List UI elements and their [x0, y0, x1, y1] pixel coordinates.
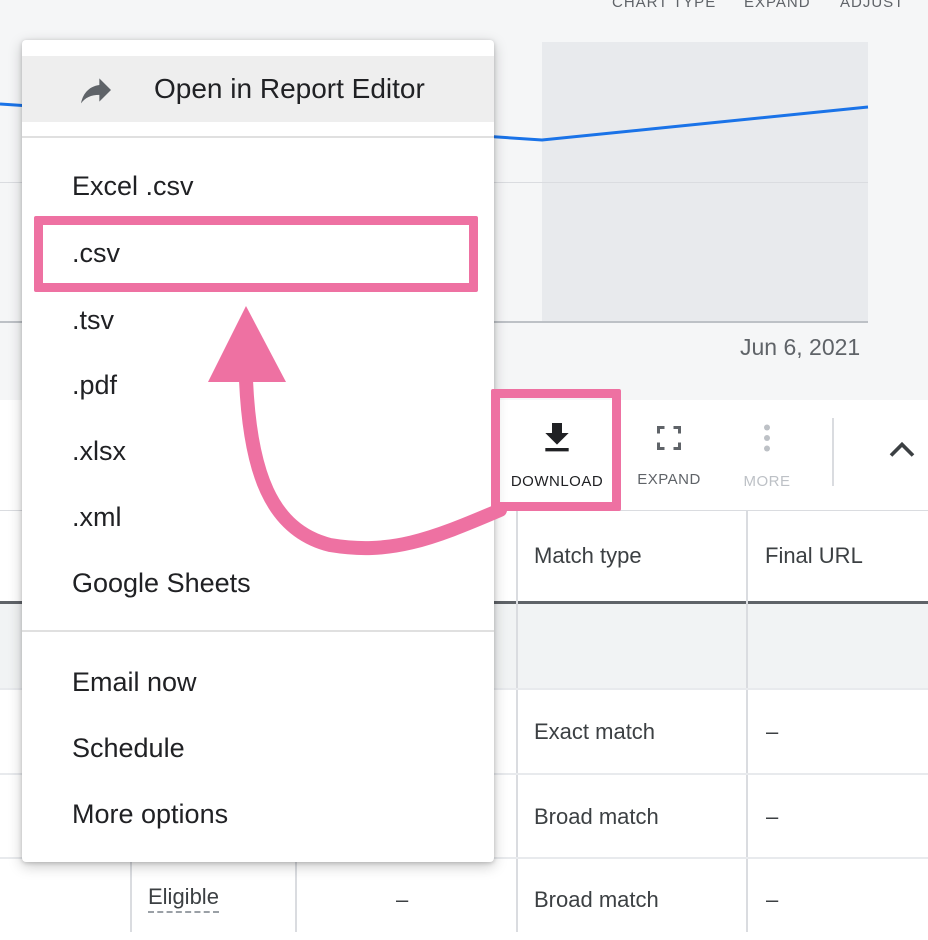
column-header-final-url[interactable]: Final URL	[765, 510, 863, 602]
menu-item-xlsx[interactable]: .xlsx	[22, 421, 494, 481]
menu-item-label: Schedule	[72, 732, 185, 763]
menu-item-label: Email now	[72, 666, 197, 697]
download-menu: Open in Report Editor Excel .csv .csv .t…	[22, 40, 494, 862]
table-row-3-final-url: –	[766, 887, 779, 912]
column-header-match-type[interactable]: Match type	[534, 510, 642, 602]
column-divider	[295, 860, 297, 932]
collapse-button[interactable]	[880, 428, 924, 472]
table-row-3-status[interactable]: Eligible	[148, 884, 219, 920]
column-divider	[516, 510, 518, 932]
table-row-3-col3: –	[396, 887, 409, 912]
table-row-2-match-type: Broad match	[534, 803, 659, 829]
menu-item-label: .xml	[72, 501, 122, 532]
menu-item-label: Excel .csv	[72, 170, 194, 201]
menu-item-xml[interactable]: .xml	[22, 487, 494, 547]
expand-button[interactable]: EXPAND	[613, 410, 725, 500]
menu-item-label: More options	[72, 798, 229, 829]
table-row-1-final-url: –	[766, 718, 779, 744]
table-row-1-match-type: Exact match	[534, 718, 656, 744]
more-label: MORE	[743, 473, 791, 490]
table-row-3-match-type: Broad match	[534, 887, 659, 912]
menu-item-open-report-editor[interactable]: Open in Report Editor	[22, 56, 494, 122]
download-highlight-box	[491, 389, 621, 511]
menu-item-label: .xlsx	[72, 435, 126, 466]
forward-arrow-icon	[81, 78, 111, 104]
menu-divider	[22, 630, 494, 632]
menu-item-email-now[interactable]: Email now	[22, 652, 494, 712]
status-eligible[interactable]: Eligible	[148, 884, 219, 913]
menu-item-label: .tsv	[72, 304, 115, 335]
menu-item-label: Open in Report Editor	[154, 73, 425, 104]
chevron-up-icon	[889, 441, 915, 457]
column-divider	[746, 510, 748, 932]
more-button[interactable]: MORE	[711, 410, 823, 500]
csv-highlight-box	[34, 216, 478, 292]
column-divider	[130, 860, 132, 932]
menu-item-schedule[interactable]: Schedule	[22, 718, 494, 778]
menu-item-label: Google Sheets	[72, 567, 251, 598]
menu-item-google-sheets[interactable]: Google Sheets	[22, 553, 494, 613]
menu-item-excel-csv[interactable]: Excel .csv	[22, 156, 494, 216]
chart-date-label: Jun 6, 2021	[740, 334, 861, 360]
menu-item-pdf[interactable]: .pdf	[22, 355, 494, 415]
table-row-2-final-url: –	[766, 803, 779, 829]
more-vert-icon	[764, 424, 770, 452]
fullscreen-icon	[657, 426, 681, 450]
toolbar-divider	[832, 418, 834, 486]
menu-item-tsv[interactable]: .tsv	[22, 290, 494, 350]
menu-divider	[22, 136, 494, 138]
expand-label: EXPAND	[637, 471, 701, 488]
menu-item-label: .pdf	[72, 369, 118, 400]
menu-item-more-options[interactable]: More options	[22, 784, 494, 844]
